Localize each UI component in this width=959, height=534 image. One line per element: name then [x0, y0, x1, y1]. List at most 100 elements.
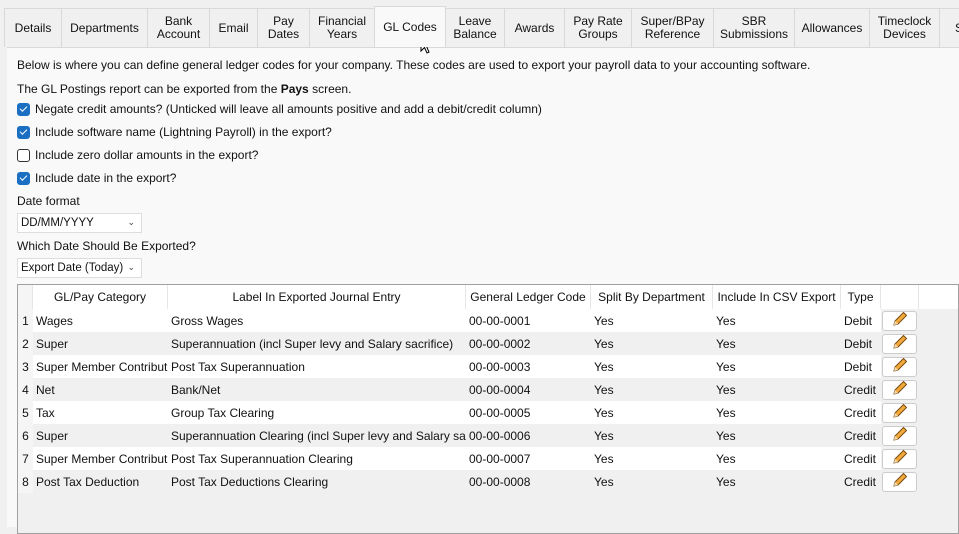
column-header[interactable]: Include In CSV Export: [713, 285, 841, 309]
pencil-icon: [891, 425, 909, 446]
tab-bank-account[interactable]: Bank Account: [147, 8, 210, 47]
table-cell: Yes: [591, 332, 713, 355]
table-cell: Bank/Net: [168, 378, 466, 401]
table-cell: Debit: [841, 355, 881, 378]
table-cell: Net: [33, 378, 168, 401]
pencil-icon: [891, 310, 909, 331]
table-cell: Super: [33, 332, 168, 355]
column-header[interactable]: General Ledger Code: [466, 285, 591, 309]
table-cell: Super Member Contribution: [33, 447, 168, 470]
checkbox[interactable]: [17, 148, 30, 162]
row-number: 6: [18, 424, 33, 447]
edit-column-header: [881, 285, 919, 309]
table-cell: Tax: [33, 401, 168, 424]
edit-button[interactable]: [882, 402, 917, 423]
table-cell: Gross Wages: [168, 309, 466, 332]
row-number: 1: [18, 309, 33, 332]
table-row[interactable]: 8 Post Tax Deduction Post Tax Deductions C…: [18, 470, 958, 493]
tab-sbr-submissions[interactable]: SBR Submissions: [713, 8, 795, 47]
column-header[interactable]: GL/Pay Category: [33, 285, 168, 309]
tab-s[interactable]: S: [939, 8, 959, 47]
table-cell: Yes: [713, 447, 841, 470]
pencil-icon: [891, 333, 909, 354]
chevron-down-icon: ⌄: [127, 262, 135, 272]
edit-button[interactable]: [882, 379, 917, 400]
table-cell: Credit: [841, 401, 881, 424]
row-number: 3: [18, 355, 33, 378]
column-header[interactable]: Label In Exported Journal Entry: [168, 285, 466, 309]
pencil-icon: [891, 448, 909, 469]
edit-button[interactable]: [882, 333, 917, 354]
table-cell: Post Tax Deduction: [33, 470, 168, 493]
table-row[interactable]: 7Super Member ContributionPost Tax Super…: [18, 447, 958, 470]
tab-pay-rate-groups[interactable]: Pay Rate Groups: [564, 8, 632, 47]
tab-super-bpay-reference[interactable]: Super/BPay Reference: [631, 8, 714, 47]
edit-button[interactable]: [882, 448, 917, 469]
row-number: 7: [18, 447, 33, 470]
edit-button[interactable]: [882, 425, 917, 446]
table-cell: 00-00-0008: [466, 470, 591, 493]
table-cell: 00-00-0004: [466, 378, 591, 401]
table-row[interactable]: 3Super Member ContributionPost Tax Super…: [18, 355, 958, 378]
pencil-icon: [891, 402, 909, 423]
table-header: GL/Pay Category Label In Exported Journal…: [18, 285, 958, 309]
tab-leave-balance[interactable]: Leave Balance: [445, 8, 505, 47]
gl-codes-table: GL/Pay Category Label In Exported Journal…: [17, 284, 959, 534]
table-row[interactable]: 5 Tax Group Tax Clearing 00-00-0005 Yes Yes Cr…: [18, 401, 958, 424]
table-cell: Yes: [713, 470, 841, 493]
table-row[interactable]: 1 Wages Gross Wages 00-00-0001 Yes Yes Debit: [18, 309, 958, 332]
row-number-header: [18, 285, 33, 309]
table-cell: Yes: [591, 470, 713, 493]
row-number: 8: [18, 470, 33, 493]
report-note: The GL Postings report can be exported f…: [17, 82, 351, 96]
column-header[interactable]: Split By Department: [591, 285, 713, 309]
table-cell: 00-00-0003: [466, 355, 591, 378]
tab-financial-years[interactable]: Financial Years: [309, 8, 375, 47]
checkbox[interactable]: [17, 171, 30, 185]
table-cell: Superannuation Clearing (incl Super levy…: [168, 424, 466, 447]
report-note-text-end: screen.: [308, 82, 352, 96]
table-cell: Wages: [33, 309, 168, 332]
row-number: 5: [18, 401, 33, 424]
tab-pay-dates[interactable]: Pay Dates: [257, 8, 310, 47]
tab-allowances[interactable]: Allowances: [794, 8, 870, 47]
tab-email[interactable]: Email: [209, 8, 258, 47]
option-checkbox-2[interactable]: Include software name (Lightning Payroll…: [17, 125, 332, 139]
table-row[interactable]: 2 Super Superannuation (incl Super levy an…: [18, 332, 958, 355]
option-checkbox-3[interactable]: Include zero dollar amounts in the expor…: [17, 148, 258, 162]
date-export-select[interactable]: Export Date (Today) ⌄: [17, 258, 142, 278]
table-cell: Yes: [591, 424, 713, 447]
table-cell: Super: [33, 424, 168, 447]
table-row[interactable]: 6 Super Superannuation Clearing (incl Supe…: [18, 424, 958, 447]
date-format-label: Date format: [17, 194, 80, 208]
table-cell: Yes: [713, 424, 841, 447]
tab-gl-codes[interactable]: GL Codes: [374, 6, 446, 47]
date-format-select[interactable]: DD/MM/YYYY ⌄: [17, 213, 142, 233]
option-checkbox-1[interactable]: Negate credit amounts? (Unticked will le…: [17, 102, 542, 116]
pencil-icon: [891, 379, 909, 400]
tab-departments[interactable]: Departments: [61, 8, 148, 47]
checkbox[interactable]: [17, 125, 30, 139]
edit-button[interactable]: [882, 310, 917, 331]
column-header[interactable]: Type: [841, 285, 881, 309]
table-cell: Yes: [591, 309, 713, 332]
table-row[interactable]: 4 Net Bank/Net 00-00-0004 Yes Yes Credit: [18, 378, 958, 401]
tab-details[interactable]: Details: [4, 8, 62, 47]
edit-button[interactable]: [882, 471, 917, 492]
table-cell: Yes: [591, 378, 713, 401]
report-note-bold: Pays: [280, 82, 309, 96]
table-cell: Yes: [591, 401, 713, 424]
edit-button[interactable]: [882, 356, 917, 377]
tab-timeclock-devices[interactable]: Timeclock Devices: [869, 8, 940, 47]
table-cell: Yes: [713, 332, 841, 355]
table-cell: Credit: [841, 470, 881, 493]
table-cell: Yes: [713, 401, 841, 424]
table-cell: Yes: [713, 378, 841, 401]
table-cell: 00-00-0002: [466, 332, 591, 355]
table-cell: 00-00-0001: [466, 309, 591, 332]
date-export-label: Which Date Should Be Exported?: [17, 239, 196, 253]
checkbox-label: Include date in the export?: [35, 171, 177, 185]
checkbox[interactable]: [17, 102, 30, 116]
option-checkbox-4[interactable]: Include date in the export?: [17, 171, 176, 185]
tab-awards[interactable]: Awards: [504, 8, 565, 47]
